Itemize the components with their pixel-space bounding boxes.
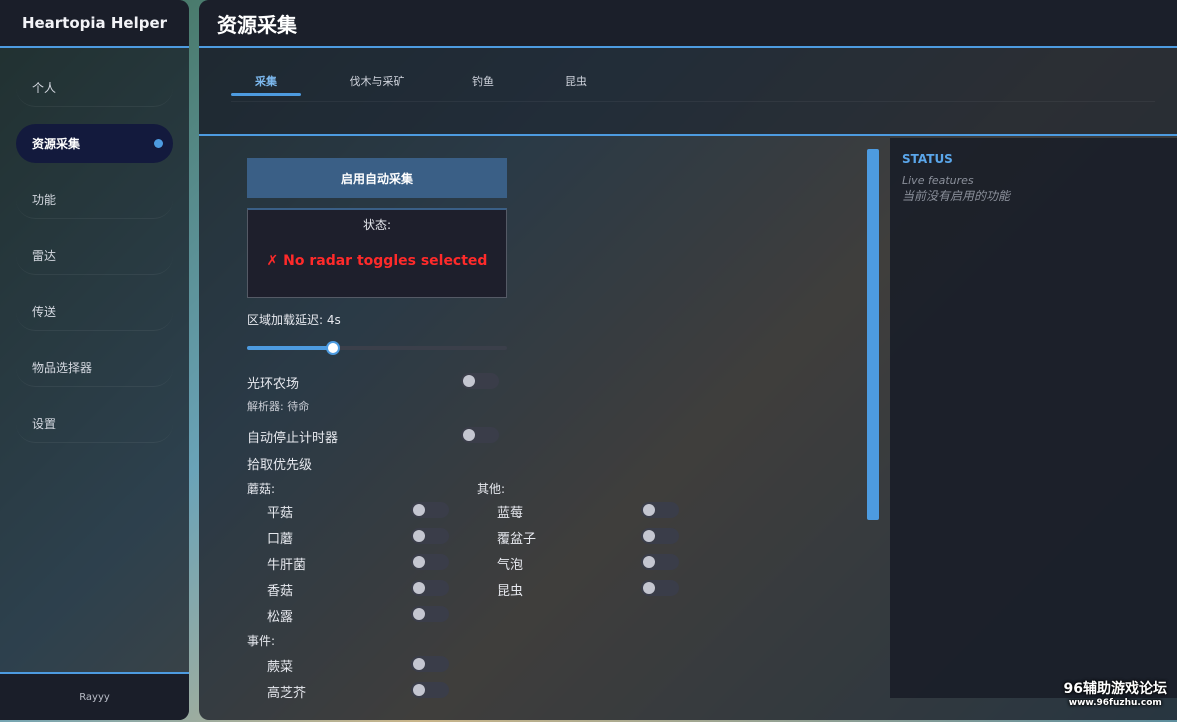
mushroom-toggle[interactable] (411, 554, 449, 570)
status-box: 状态: ✗ No radar toggles selected (247, 208, 507, 298)
sidebar-item-radar[interactable]: 雷达 (16, 236, 173, 275)
gather-content: 启用自动采集 状态: ✗ No radar toggles selected 区… (199, 138, 887, 700)
page-title: 资源采集 (199, 0, 1177, 48)
sidebar-item-label: 雷达 (32, 248, 57, 263)
farm-label: 光环农场 (247, 377, 300, 392)
slider-fill (247, 346, 333, 350)
zone-delay-slider[interactable] (247, 341, 507, 355)
mushroom-item-label: 平菇 (267, 506, 294, 521)
status-error-text: ✗ No radar toggles selected (266, 253, 488, 269)
mushroom-toggle[interactable] (411, 528, 449, 544)
status-panel-empty-text: 当前没有启用的功能 (902, 189, 1011, 203)
mushroom-toggle[interactable] (411, 580, 449, 596)
sidebar-item-features[interactable]: 功能 (16, 180, 173, 219)
sidebar-item-label: 传送 (32, 304, 57, 319)
sidebar-item-label: 资源采集 (32, 137, 81, 151)
sidebar-nav: 个人 资源采集 功能 雷达 传送 物品选择器 设置 (16, 68, 173, 460)
other-toggle[interactable] (641, 554, 679, 570)
other-item-label: 蓝莓 (497, 506, 524, 521)
mushroom-toggle[interactable] (411, 502, 449, 518)
sidebar-item-label: 个人 (32, 80, 57, 95)
event-item-label: 高芝芥 (267, 686, 307, 700)
sidebar: Heartopia Helper 个人 资源采集 功能 雷达 传送 物品选择器 … (0, 0, 189, 720)
sidebar-item-label: 物品选择器 (32, 360, 93, 375)
farm-toggle[interactable] (461, 373, 499, 389)
mushroom-item-label: 口蘑 (267, 532, 294, 547)
status-panel-subtitle: Live features (902, 174, 974, 187)
tab-insects[interactable]: 昆虫 (556, 73, 596, 95)
site-watermark: 96辅助游戏论坛 www.96fuzhu.com (1064, 678, 1167, 708)
event-toggle[interactable] (411, 682, 449, 698)
tab-logging-mining[interactable]: 伐木与采矿 (339, 73, 415, 95)
event-header: 事件: (247, 634, 276, 648)
zone-delay-label: 区域加载延迟: 4s (247, 313, 341, 327)
sidebar-item-item-selector[interactable]: 物品选择器 (16, 348, 173, 387)
main-panel: 资源采集 采集 伐木与采矿 钓鱼 昆虫 启用自动采集 状态: ✗ No rada… (199, 0, 1177, 720)
mushroom-item-label: 松露 (267, 610, 294, 625)
other-item-label: 覆盆子 (497, 532, 537, 547)
slider-handle[interactable] (326, 341, 340, 355)
event-toggle[interactable] (411, 656, 449, 672)
mushroom-item-label: 牛肝菌 (267, 558, 307, 573)
tab-gather[interactable]: 采集 (231, 73, 301, 96)
mushroom-header: 蘑菇: (247, 482, 276, 496)
mushroom-toggle[interactable] (411, 606, 449, 622)
sidebar-item-settings[interactable]: 设置 (16, 404, 173, 443)
other-toggle[interactable] (641, 528, 679, 544)
status-panel: STATUS Live features 当前没有启用的功能 (890, 138, 1177, 698)
status-panel-title: STATUS (902, 152, 953, 166)
event-item-label: 蕨菜 (267, 660, 294, 675)
status-label: 状态: (362, 218, 392, 232)
auto-stop-label: 自动停止计时器 (247, 431, 339, 446)
watermark-title: 96辅助游戏论坛 (1063, 681, 1167, 697)
sidebar-footer-user: Rayyy (0, 672, 189, 720)
pickup-priority-label: 拾取优先级 (247, 458, 313, 473)
sidebar-item-personal[interactable]: 个人 (16, 68, 173, 107)
mushroom-item-label: 香菇 (267, 584, 294, 599)
content-scrollbar[interactable] (867, 149, 879, 520)
other-item-label: 气泡 (497, 558, 524, 573)
active-indicator-dot (154, 139, 163, 148)
watermark-url: www.96fuzhu.com (1068, 698, 1162, 708)
other-toggle[interactable] (641, 580, 679, 596)
tab-bar: 采集 伐木与采矿 钓鱼 昆虫 (199, 48, 1177, 136)
sidebar-item-resource-gathering[interactable]: 资源采集 (16, 124, 173, 163)
tab-fishing[interactable]: 钓鱼 (463, 73, 503, 95)
start-auto-gather-button[interactable]: 启用自动采集 (247, 158, 507, 198)
tab-divider (231, 101, 1155, 102)
sidebar-item-label: 设置 (32, 416, 57, 431)
sidebar-item-teleport[interactable]: 传送 (16, 292, 173, 331)
other-item-label: 昆虫 (497, 584, 524, 599)
app-title: Heartopia Helper (0, 0, 189, 48)
auto-stop-toggle[interactable] (461, 427, 499, 443)
other-toggle[interactable] (641, 502, 679, 518)
other-header: 其他: (477, 482, 506, 496)
parser-status: 解析器: 待命 (247, 400, 310, 413)
sidebar-item-label: 功能 (32, 192, 57, 207)
